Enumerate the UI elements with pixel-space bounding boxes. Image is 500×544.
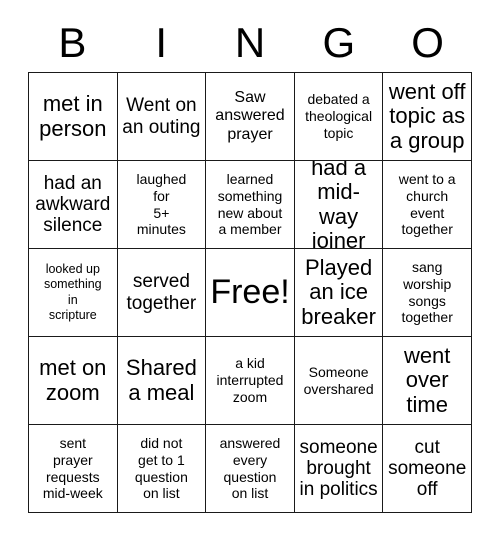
bingo-cell-label: went off topic as a group	[388, 79, 466, 153]
bingo-free-space[interactable]: Free!	[206, 249, 295, 337]
bingo-cell-label: served together	[126, 271, 197, 314]
bingo-cell-label: sent prayer requests mid-week	[42, 434, 103, 502]
bingo-cell-label: laughed for 5+ minutes	[136, 170, 187, 238]
bingo-grid: met in person Went on an outing Saw answer…	[28, 72, 472, 513]
bingo-header-letter-b: B	[58, 19, 87, 66]
bingo-cell[interactable]: Went on an outing	[117, 73, 207, 161]
bingo-cell-label: cut someone off	[388, 436, 467, 501]
bingo-cell[interactable]: Someone overshared	[294, 337, 384, 425]
bingo-cell-label: sang worship songs together	[401, 258, 453, 326]
bingo-cell[interactable]: cut someone off	[383, 425, 472, 513]
bingo-cell[interactable]: looked up something in scripture	[29, 249, 118, 337]
bingo-cell[interactable]: Shared a meal	[117, 337, 207, 425]
bingo-cell[interactable]: learned something new about a member	[206, 161, 295, 249]
bingo-header-letter-i: I	[155, 19, 168, 66]
bingo-cell-label: learned something new about a member	[217, 170, 283, 238]
bingo-cell-label: answered every question on list	[219, 434, 281, 502]
bingo-cell[interactable]: met in person	[29, 73, 118, 161]
bingo-cell-label: had a mid-way joiner	[311, 161, 367, 249]
bingo-cell-label: Saw answered prayer	[215, 88, 285, 143]
bingo-cell-label: went to a church event together	[398, 170, 456, 238]
bingo-cell-label: Played an ice breaker	[301, 255, 376, 329]
bingo-cell[interactable]: served together	[117, 249, 207, 337]
bingo-cell-label: went over time	[403, 343, 451, 417]
bingo-cell-label: had an awkward silence	[35, 172, 111, 237]
bingo-cell[interactable]: met on zoom	[29, 337, 118, 425]
bingo-cell-label: Went on an outing	[122, 95, 201, 138]
bingo-cell-label: debated a theological topic	[305, 91, 373, 141]
bingo-cell[interactable]: did not get to 1 question on list	[117, 425, 207, 513]
bingo-header-letter-n: N	[234, 19, 266, 66]
bingo-cell-label: met on zoom	[39, 355, 107, 405]
bingo-cell[interactable]: went off topic as a group	[383, 73, 472, 161]
bingo-cell[interactable]: laughed for 5+ minutes	[117, 161, 207, 249]
bingo-cell[interactable]: went to a church event together	[383, 161, 472, 249]
bingo-cell[interactable]: Saw answered prayer	[206, 73, 295, 161]
bingo-cell[interactable]: sang worship songs together	[383, 249, 472, 337]
bingo-cell[interactable]: had a mid-way joiner	[294, 161, 384, 249]
bingo-cell[interactable]: had an awkward silence	[29, 161, 118, 249]
bingo-cell[interactable]: sent prayer requests mid-week	[29, 425, 118, 513]
bingo-cell[interactable]: answered every question on list	[206, 425, 295, 513]
bingo-cell-label: met in person	[39, 91, 107, 141]
bingo-header-row: BINGO	[28, 14, 472, 72]
bingo-cell-label: looked up something in scripture	[43, 261, 102, 323]
bingo-cell-label: Shared a meal	[125, 355, 197, 405]
bingo-cell[interactable]: a kid interrupted zoom	[206, 337, 295, 425]
bingo-header-letter-g: G	[322, 19, 356, 66]
bingo-cell-label: Free!	[210, 272, 290, 311]
bingo-cell[interactable]: someone brought in politics	[294, 425, 384, 513]
bingo-cell[interactable]: went over time	[383, 337, 472, 425]
bingo-cell-label: did not get to 1 question on list	[134, 434, 188, 502]
bingo-card: B I N G O met in person Went on an outing Saw …	[0, 0, 500, 544]
bingo-cell-label: a kid interrupted zoom	[216, 355, 284, 405]
bingo-cell-label: someone brought in politics	[299, 436, 378, 501]
bingo-header-letter-o: O	[411, 19, 444, 66]
bingo-cell[interactable]: debated a theological topic	[294, 73, 384, 161]
bingo-cell-label: Someone overshared	[303, 363, 374, 397]
bingo-cell[interactable]: Played an ice breaker	[294, 249, 384, 337]
